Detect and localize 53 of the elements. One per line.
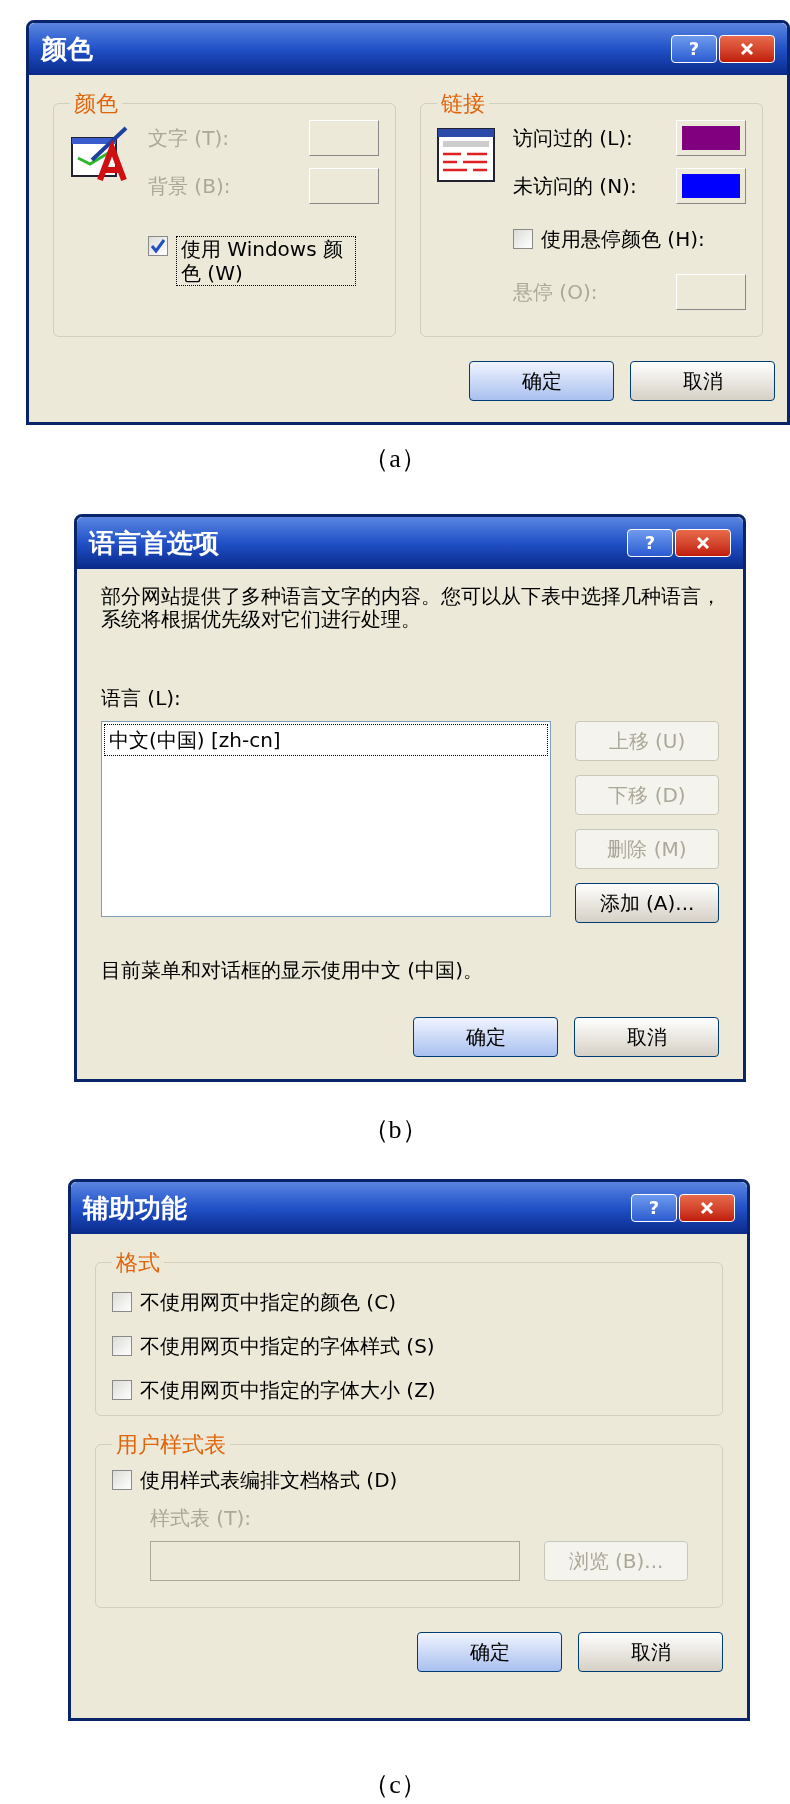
help-button[interactable]: ?: [671, 35, 717, 63]
web-page-icon: [437, 128, 497, 184]
checkbox-label: 不使用网页中指定的字体样式 (S): [140, 1333, 435, 1360]
color-button[interactable]: [676, 274, 746, 310]
group-label: 用户样式表: [115, 1431, 227, 1459]
dialog-button[interactable]: 确定: [469, 361, 614, 401]
checkbox[interactable]: [112, 1380, 132, 1400]
figure-caption: （b）: [362, 1114, 428, 1146]
dialog-button[interactable]: 取消: [574, 1017, 719, 1057]
dialog-button[interactable]: 添加 (A)...: [575, 883, 719, 923]
close-button[interactable]: [719, 35, 775, 63]
field-label: 样式表 (T):: [150, 1505, 252, 1532]
list-item[interactable]: 中文(中国) [zh-cn]: [104, 724, 548, 756]
checkbox[interactable]: [148, 236, 168, 256]
note-text: 目前菜单和对话框的显示使用中文 (中国)。: [101, 957, 484, 984]
help-button[interactable]: ?: [627, 529, 673, 557]
group-label: 链接: [440, 90, 486, 118]
window-title: 语言首选项: [89, 526, 219, 560]
window-title: 辅助功能: [83, 1191, 187, 1225]
dialog-button[interactable]: 确定: [413, 1017, 558, 1057]
field-label: 未访问的 (N):: [513, 173, 637, 200]
help-button[interactable]: ?: [631, 1194, 677, 1222]
color-button[interactable]: [676, 168, 746, 204]
color-button[interactable]: [309, 168, 379, 204]
dialog-button[interactable]: 取消: [630, 361, 775, 401]
checkbox[interactable]: [112, 1336, 132, 1356]
checkbox[interactable]: [112, 1292, 132, 1312]
dialog-button[interactable]: 确定: [417, 1632, 562, 1672]
close-icon: [699, 1200, 715, 1216]
checkbox-label: 使用 Windows 颜色 (W): [176, 236, 356, 286]
close-icon: [739, 41, 755, 57]
color-button[interactable]: [309, 120, 379, 156]
group-label: 颜色: [73, 90, 119, 118]
checkbox-label: 使用样式表编排文档格式 (D): [140, 1467, 398, 1494]
field-label: 悬停 (O):: [513, 279, 598, 306]
field-label: 背景 (B):: [148, 173, 231, 200]
checkbox[interactable]: [513, 229, 533, 249]
group-label: 格式: [115, 1249, 161, 1277]
field-label: 访问过的 (L):: [513, 125, 633, 152]
window-title: 颜色: [41, 32, 93, 66]
checkbox-label: 不使用网页中指定的颜色 (C): [140, 1289, 396, 1316]
description-text: 部分网站提供了多种语言文字的内容。您可以从下表中选择几种语言，系统将根据优先级对它们进行处理。: [101, 585, 721, 631]
close-button[interactable]: [679, 1194, 735, 1222]
figure-caption: （a）: [363, 443, 427, 475]
list-label: 语言 (L):: [101, 685, 182, 712]
checkbox-label: 不使用网页中指定的字体大小 (Z): [140, 1377, 436, 1404]
checkbox-label: 使用悬停颜色 (H):: [541, 226, 705, 253]
figure-caption: （c）: [363, 1769, 427, 1801]
color-button[interactable]: [676, 120, 746, 156]
field-label: 文字 (T):: [148, 125, 229, 152]
dialog-button[interactable]: 取消: [578, 1632, 723, 1672]
close-icon: [695, 535, 711, 551]
close-button[interactable]: [675, 529, 731, 557]
